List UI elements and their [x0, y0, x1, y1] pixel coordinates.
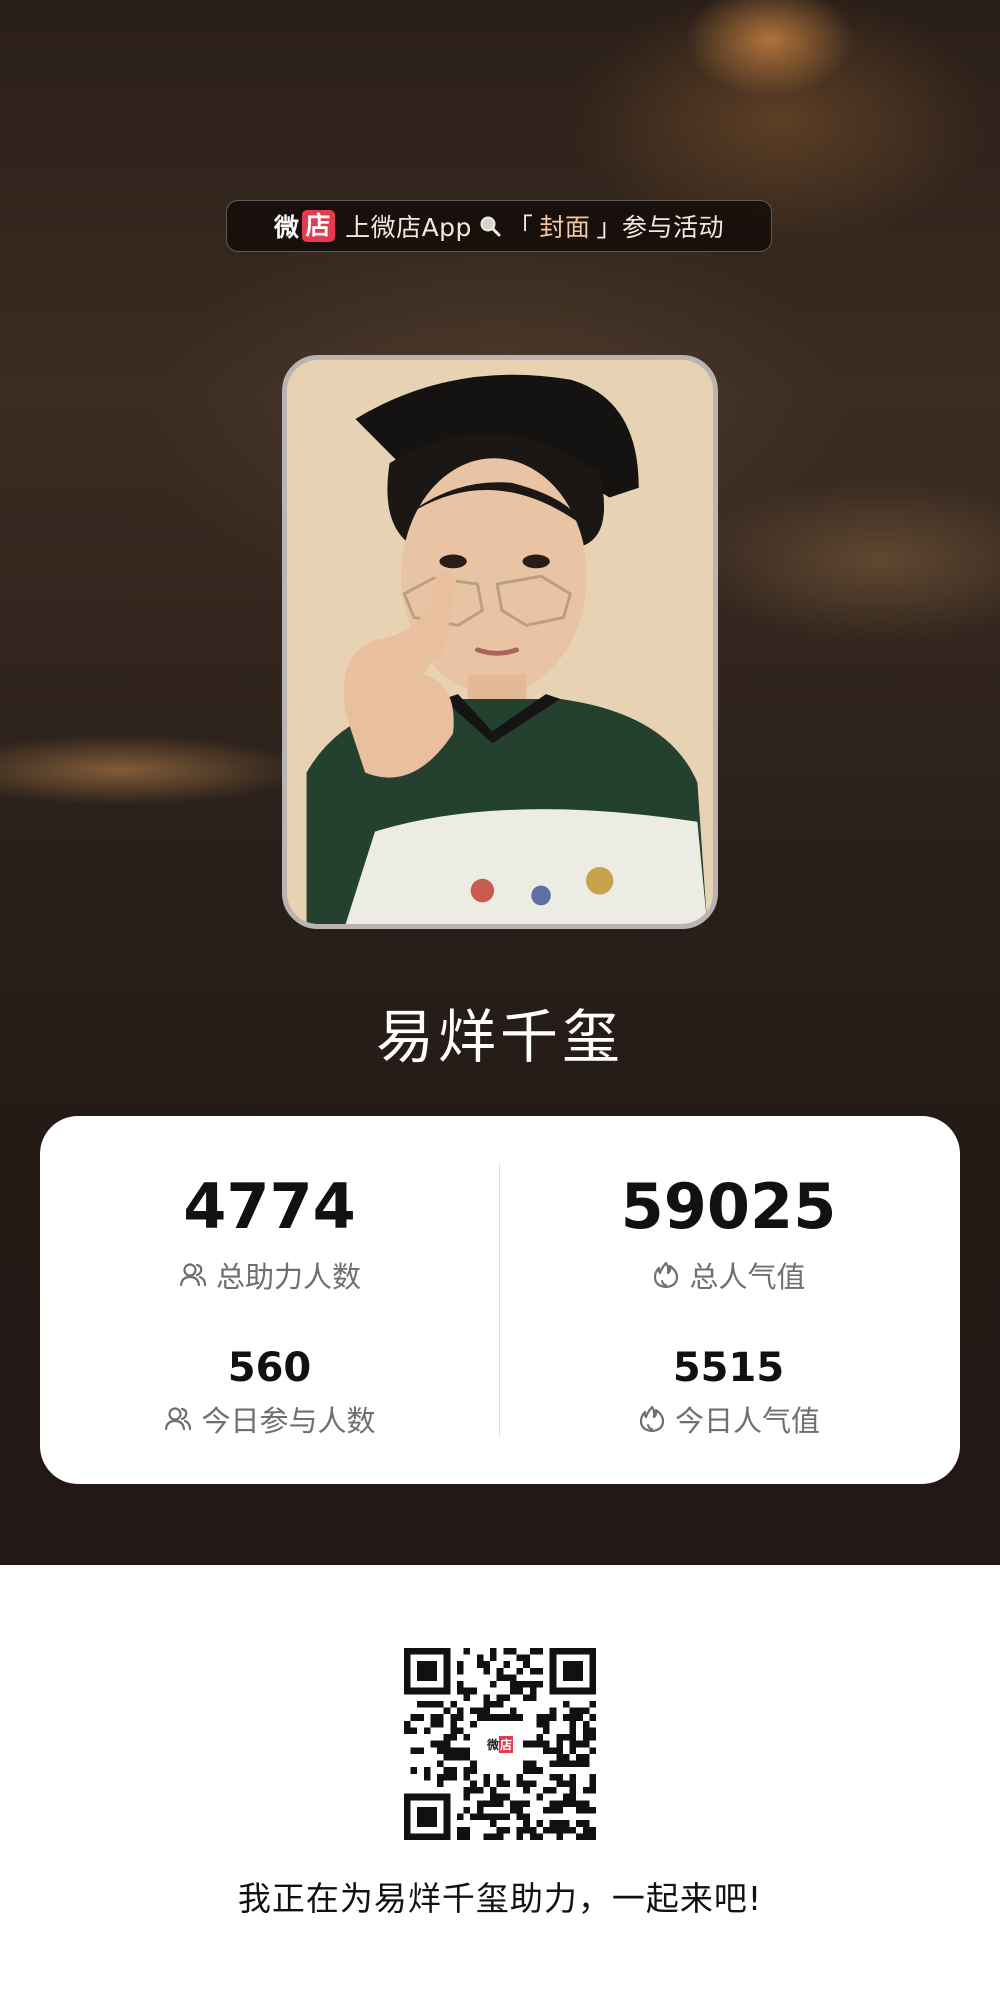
qr-logo-dian: 店 [499, 1735, 514, 1753]
stat-today-popularity: 5515 今日人气值 [499, 1344, 958, 1440]
today-popularity-label: 今日人气值 [674, 1404, 820, 1438]
share-text: 我正在为易烊千玺助力，一起来吧! [237, 1879, 763, 1918]
qr-code[interactable]: 微店 [404, 1648, 596, 1840]
total-popularity-label: 总人气值 [689, 1260, 806, 1294]
banner-text-before: 上微店App [345, 213, 472, 242]
total-supporters-value: 4774 [183, 1170, 356, 1243]
today-participants-value: 560 [227, 1345, 312, 1391]
flame-icon [639, 1405, 665, 1433]
logo-dian: 店 [301, 210, 336, 242]
qr-center-logo: 微店 [484, 1728, 516, 1760]
users-icon [165, 1407, 192, 1431]
bracket-close: 」 [596, 213, 622, 242]
banner-keyword: 封面 [539, 213, 591, 242]
today-participants-label: 今日参与人数 [201, 1404, 376, 1438]
today-popularity-value: 5515 [672, 1345, 785, 1391]
banner-text-after: 参与活动 [621, 213, 724, 242]
idol-name: 易烊千玺 [375, 1003, 624, 1071]
flame-icon [654, 1261, 679, 1289]
logo-wei: 微 [274, 213, 300, 242]
bracket-open: 「 [507, 213, 534, 242]
total-popularity-value: 59025 [620, 1170, 837, 1243]
search-icon [478, 214, 502, 238]
stat-total-popularity: 59025 总人气值 [499, 1172, 958, 1296]
users-icon [179, 1263, 207, 1287]
activity-banner[interactable]: 微 店 上微店App 「 封面 」 参与活动 [226, 200, 772, 252]
stat-total-supporters: 4774 总助力人数 [40, 1172, 499, 1296]
weidian-logo: 微 店 [274, 208, 336, 244]
total-supporters-label: 总助力人数 [215, 1260, 361, 1294]
qr-logo-wei: 微 [486, 1737, 499, 1752]
stats-card: 4774 总助力人数 59025 总人气值 560 今日参与人数 5515 今日… [40, 1116, 960, 1484]
cover-photo [282, 355, 718, 929]
stat-today-participants: 560 今日参与人数 [40, 1344, 499, 1440]
